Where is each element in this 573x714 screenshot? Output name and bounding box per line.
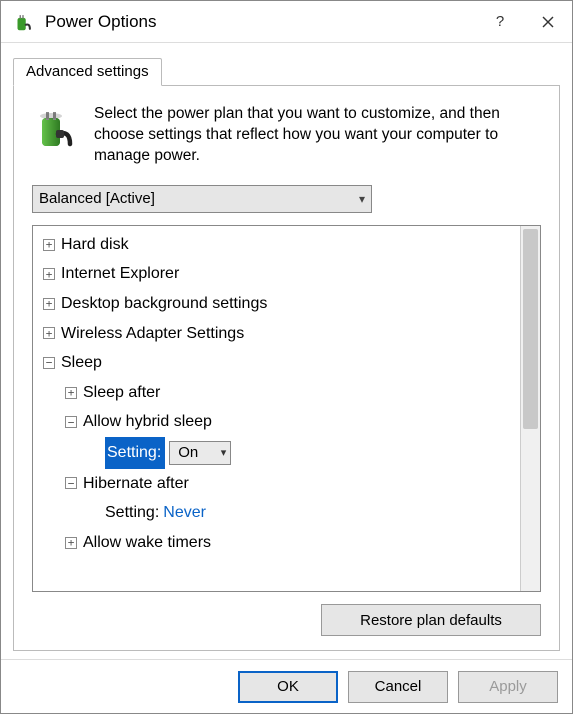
expand-icon[interactable]: + xyxy=(43,298,55,310)
tree-label: Allow hybrid sleep xyxy=(83,407,212,437)
tree-item-allow-hybrid-sleep[interactable]: − Allow hybrid sleep xyxy=(37,407,520,437)
hibernate-value[interactable]: Never xyxy=(163,498,206,528)
tree-item-hybrid-setting[interactable]: Setting: On ▾ xyxy=(37,437,520,469)
tree-label: Hibernate after xyxy=(83,469,189,499)
battery-plug-large-icon xyxy=(32,104,80,152)
tree-label: Sleep xyxy=(61,348,102,378)
tree-label: Sleep after xyxy=(83,378,160,408)
collapse-icon[interactable]: − xyxy=(43,357,55,369)
ok-button[interactable]: OK xyxy=(238,671,338,703)
hybrid-sleep-value-select[interactable]: On ▾ xyxy=(169,441,231,465)
tab-row: Advanced settings xyxy=(13,55,560,85)
tree-label: Allow wake timers xyxy=(83,528,211,558)
close-button[interactable] xyxy=(524,1,572,43)
power-plan-select[interactable]: Balanced [Active] ▾ xyxy=(32,185,372,213)
tree-item-internet-explorer[interactable]: + Internet Explorer xyxy=(37,259,520,289)
power-plan-value: Balanced [Active] xyxy=(39,190,155,207)
titlebar: Power Options ? xyxy=(1,1,572,43)
setting-label: Setting: xyxy=(105,498,159,528)
battery-plug-icon xyxy=(11,10,35,34)
scrollbar-thumb[interactable] xyxy=(523,229,538,429)
dialog-footer: OK Cancel Apply xyxy=(1,659,572,713)
tree-item-hibernate-after[interactable]: − Hibernate after xyxy=(37,469,520,499)
tab-advanced-settings[interactable]: Advanced settings xyxy=(13,58,162,86)
tree-scrollbar[interactable] xyxy=(520,226,540,591)
tree-label: Wireless Adapter Settings xyxy=(61,319,244,349)
restore-row: Restore plan defaults xyxy=(32,604,541,636)
power-options-dialog: Power Options ? Advanced settings xyxy=(0,0,573,714)
collapse-icon[interactable]: − xyxy=(65,477,77,489)
tree-label: Internet Explorer xyxy=(61,259,179,289)
tree-item-sleep[interactable]: − Sleep xyxy=(37,348,520,378)
client-area: Advanced settings xyxy=(1,43,572,659)
setting-label-selected: Setting: xyxy=(105,437,165,469)
cancel-button[interactable]: Cancel xyxy=(348,671,448,703)
chevron-down-icon: ▾ xyxy=(221,443,227,463)
close-icon xyxy=(542,16,554,28)
window-title: Power Options xyxy=(45,12,476,32)
tree-item-allow-wake-timers[interactable]: + Allow wake timers xyxy=(37,528,520,558)
description-row: Select the power plan that you want to c… xyxy=(32,104,541,167)
tree-item-hard-disk[interactable]: + Hard disk xyxy=(37,230,520,260)
tree-item-sleep-after[interactable]: + Sleep after xyxy=(37,378,520,408)
chevron-down-icon: ▾ xyxy=(359,192,365,206)
settings-tree-container: + Hard disk + Internet Explorer + Deskto… xyxy=(32,225,541,592)
restore-plan-defaults-button[interactable]: Restore plan defaults xyxy=(321,604,541,636)
tab-panel: Select the power plan that you want to c… xyxy=(13,85,560,651)
expand-icon[interactable]: + xyxy=(43,327,55,339)
description-text: Select the power plan that you want to c… xyxy=(94,104,541,167)
expand-icon[interactable]: + xyxy=(43,268,55,280)
tree-label: Desktop background settings xyxy=(61,289,267,319)
select-value: On xyxy=(178,439,198,467)
tree-item-desktop-background[interactable]: + Desktop background settings xyxy=(37,289,520,319)
collapse-icon[interactable]: − xyxy=(65,416,77,428)
help-button[interactable]: ? xyxy=(476,1,524,43)
expand-icon[interactable]: + xyxy=(43,239,55,251)
tree-item-hibernate-setting[interactable]: Setting: Never xyxy=(37,498,520,528)
expand-icon[interactable]: + xyxy=(65,537,77,549)
settings-tree[interactable]: + Hard disk + Internet Explorer + Deskto… xyxy=(33,226,520,591)
tree-label: Hard disk xyxy=(61,230,129,260)
apply-button: Apply xyxy=(458,671,558,703)
expand-icon[interactable]: + xyxy=(65,387,77,399)
tree-item-wireless-adapter[interactable]: + Wireless Adapter Settings xyxy=(37,319,520,349)
